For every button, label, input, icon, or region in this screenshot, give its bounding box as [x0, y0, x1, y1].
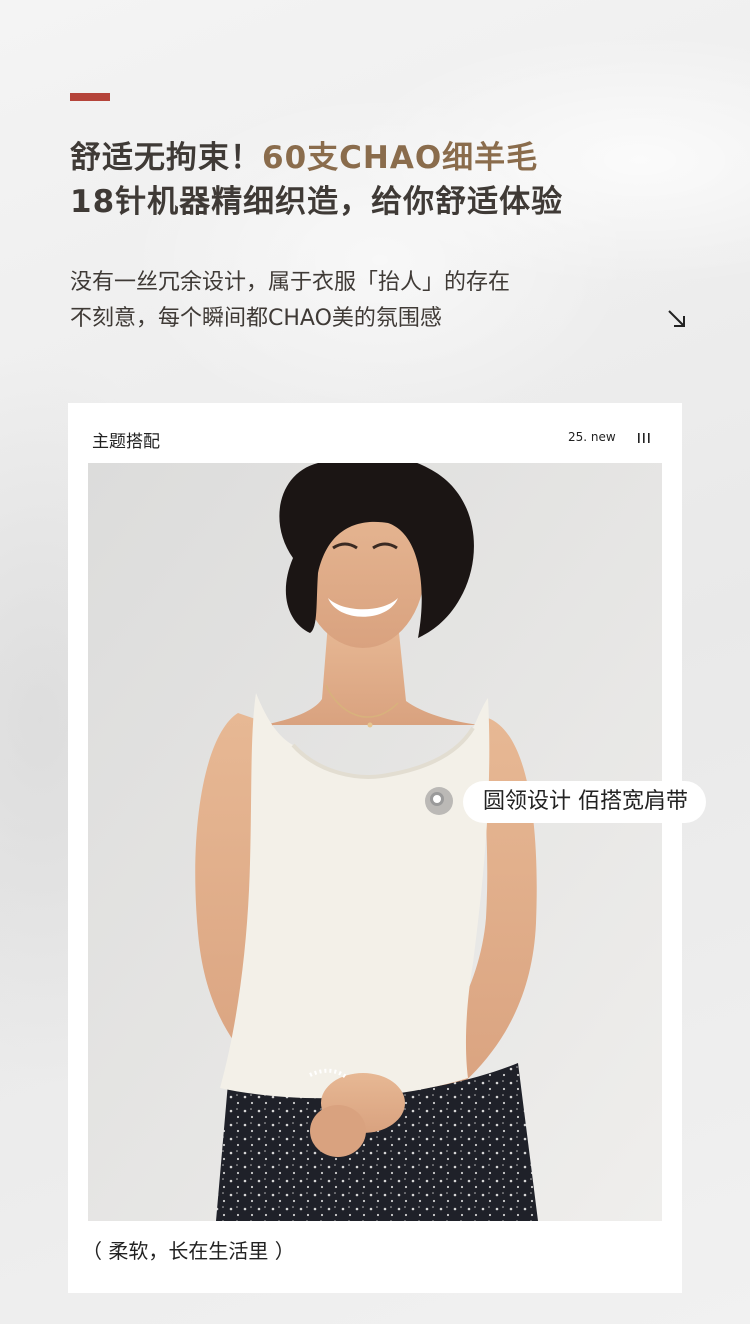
- vertical-lines-icon: [638, 433, 650, 443]
- accent-bar: [70, 93, 110, 101]
- card-title: 主题搭配: [92, 432, 160, 452]
- headline-line1-highlight: 60支CHAO细羊毛: [262, 140, 539, 176]
- subtitle: 没有一丝冗余设计，属于衣服「抬人」的存在 不刻意，每个瞬间都CHAO美的氛围感: [70, 265, 510, 337]
- hotspot-label: 圆领设计 佰搭宽肩带: [463, 781, 706, 823]
- headline: 舒适无拘束！60支CHAO细羊毛 18针机器精细织造，给你舒适体验: [70, 136, 563, 224]
- subtitle-line2: 不刻意，每个瞬间都CHAO美的氛围感: [70, 306, 442, 331]
- headline-line1-part1: 舒适无拘束！: [70, 140, 262, 176]
- card-tag: 25. new: [568, 430, 616, 444]
- arrow-down-right-icon: [668, 310, 685, 327]
- theme-card: 主题搭配 25. new （ 柔软，长在生活里 ）: [68, 403, 682, 1293]
- feature-hotspot[interactable]: [425, 787, 453, 815]
- card-caption: （ 柔软，长在生活里 ）: [82, 1239, 295, 1263]
- subtitle-line1: 没有一丝冗余设计，属于衣服「抬人」的存在: [70, 270, 511, 295]
- headline-line2: 18针机器精细织造，给你舒适体验: [70, 184, 564, 220]
- model-illustration: [88, 463, 662, 1221]
- product-photo: [88, 463, 662, 1221]
